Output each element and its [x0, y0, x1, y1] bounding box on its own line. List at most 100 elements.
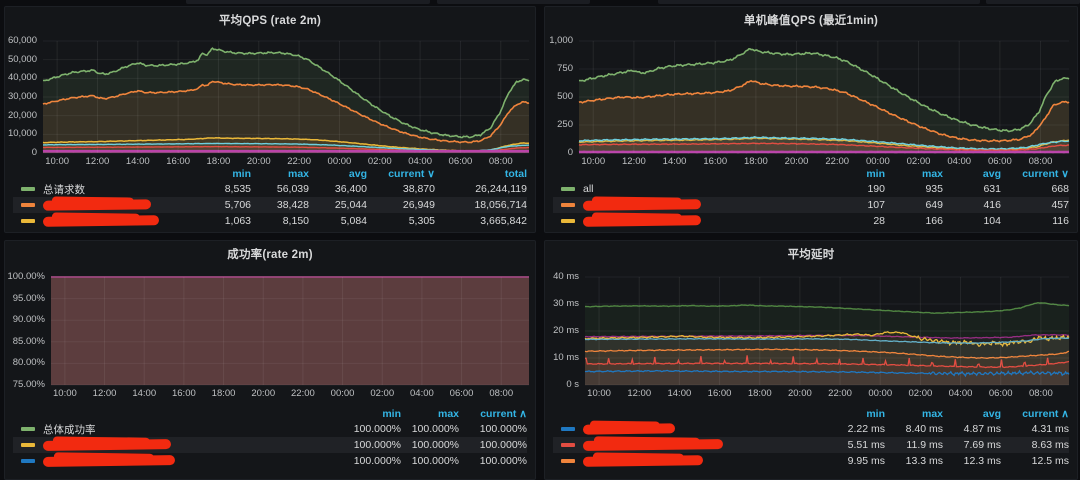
panel-title-peak-qps[interactable]: 单机峰值QPS (最近1min) [545, 12, 1077, 28]
panel-title-avg-latency[interactable]: 平均延时 [545, 246, 1077, 262]
panel-title-success-rate[interactable]: 成功率(rate 2m) [5, 246, 535, 262]
y-axis-tick-label: 30,000 [0, 92, 37, 102]
legend-col-avg[interactable]: avg [309, 168, 367, 180]
x-axis-tick-label: 12:00 [617, 388, 661, 399]
x-axis-tick-label: 10:00 [35, 156, 79, 167]
chart-avg-latency[interactable]: 0 s10 ms20 ms30 ms40 ms10:0012:0014:0016… [585, 277, 1069, 385]
series-color-swatch[interactable] [21, 443, 35, 447]
series-color-swatch[interactable] [561, 427, 575, 431]
legend-value: 3,665,842 [435, 215, 527, 227]
legend-col-max[interactable]: max [401, 408, 459, 420]
legend-value: 4.87 ms [943, 423, 1001, 435]
series-label[interactable] [43, 216, 193, 226]
legend-value: 5.51 ms [827, 439, 885, 451]
legend-value: 100.000% [401, 423, 459, 435]
legend-col-current[interactable]: current ∧ [1001, 408, 1069, 420]
series-label[interactable] [43, 200, 193, 210]
chart-canvas [51, 277, 529, 385]
legend-col-min[interactable]: min [343, 408, 401, 420]
legend-col-min[interactable]: min [827, 408, 885, 420]
legend-peak-qps: minmaxavgcurrent ∨all1909356316681076494… [553, 167, 1069, 229]
legend-col-current[interactable]: current ∨ [1001, 168, 1069, 180]
legend-value: 38,870 [367, 183, 435, 195]
redaction-scribble [583, 439, 723, 451]
x-axis-tick-label: 12:00 [612, 156, 656, 167]
x-axis-tick-label: 04:00 [400, 388, 444, 399]
legend-value: 166 [885, 215, 943, 227]
x-axis-tick-label: 20:00 [241, 388, 285, 399]
series-color-swatch[interactable] [561, 203, 575, 207]
series-label[interactable]: 总请求数 [43, 182, 193, 197]
x-axis-tick-label: 22:00 [277, 156, 321, 167]
legend-col-total[interactable]: total [435, 168, 527, 180]
legend-row: 总体成功率100.000%100.000%100.000% [13, 421, 527, 437]
legend-col-current[interactable]: current ∨ [367, 168, 435, 180]
legend-col-max[interactable]: max [885, 408, 943, 420]
series-label[interactable] [583, 440, 827, 450]
y-axis-tick-label: 1,000 [521, 36, 573, 46]
series-color-swatch[interactable] [21, 427, 35, 431]
chart-success-rate[interactable]: 75.00%80.00%85.00%90.00%95.00%100.00%10:… [51, 277, 529, 385]
x-axis-tick-label: 02:00 [358, 156, 402, 167]
legend-value: 100.000% [401, 439, 459, 451]
legend-col-avg[interactable]: avg [943, 408, 1001, 420]
legend-col-min[interactable]: min [193, 168, 251, 180]
series-color-swatch[interactable] [561, 459, 575, 463]
legend-value: 5,305 [367, 215, 435, 227]
chart-peak-qps[interactable]: 02505007501,00010:0012:0014:0016:0018:00… [579, 41, 1069, 153]
legend-row: all190935631668 [553, 181, 1069, 197]
legend-value: 190 [827, 183, 885, 195]
series-color-swatch[interactable] [21, 459, 35, 463]
series-label[interactable] [583, 200, 827, 210]
legend-col-current[interactable]: current ∧ [459, 408, 527, 420]
legend-col-avg[interactable]: avg [943, 168, 1001, 180]
panel-avg-qps: 平均QPS (rate 2m) 010,00020,00030,00040,00… [4, 6, 536, 233]
series-label[interactable] [583, 424, 827, 434]
legend-col-max[interactable]: max [885, 168, 943, 180]
x-axis-tick-label: 22:00 [815, 156, 859, 167]
x-axis-tick-label: 06:00 [440, 388, 484, 399]
series-label[interactable]: all [583, 183, 827, 195]
panel-title-avg-qps[interactable]: 平均QPS (rate 2m) [5, 12, 535, 28]
series-label[interactable] [43, 456, 343, 466]
legend-row: 100.000%100.000%100.000% [13, 453, 527, 469]
series-color-swatch[interactable] [561, 187, 575, 191]
x-axis-tick-label: 14:00 [657, 388, 701, 399]
x-axis-tick-label: 18:00 [738, 388, 782, 399]
legend-value: 631 [943, 183, 1001, 195]
x-axis-tick-label: 06:00 [979, 388, 1023, 399]
legend-row: 2.22 ms8.40 ms4.87 ms4.31 ms [553, 421, 1069, 437]
series-color-swatch[interactable] [561, 219, 575, 223]
redaction-scribble [583, 455, 703, 467]
series-color-swatch[interactable] [21, 187, 35, 191]
legend-value: 416 [943, 199, 1001, 211]
series-color-swatch[interactable] [21, 219, 35, 223]
x-axis-tick-label: 20:00 [778, 388, 822, 399]
legend-row: 9.95 ms13.3 ms12.3 ms12.5 ms [553, 453, 1069, 469]
y-axis-tick-label: 0 [0, 148, 37, 158]
x-axis-tick-label: 18:00 [202, 388, 246, 399]
y-axis-tick-label: 0 s [527, 380, 579, 390]
series-color-swatch[interactable] [561, 443, 575, 447]
y-axis-tick-label: 50,000 [0, 55, 37, 65]
series-label[interactable] [583, 216, 827, 226]
legend-col-min[interactable]: min [827, 168, 885, 180]
y-axis-tick-label: 250 [521, 120, 573, 130]
x-axis-tick-label: 00:00 [321, 388, 365, 399]
legend-value: 12.3 ms [943, 455, 1001, 467]
x-axis-tick-label: 02:00 [360, 388, 404, 399]
legend-col-max[interactable]: max [251, 168, 309, 180]
chart-avg-qps[interactable]: 010,00020,00030,00040,00050,00060,00010:… [43, 41, 529, 153]
cropped-panel-above [186, 0, 430, 4]
legend-value: 18,056,714 [435, 199, 527, 211]
series-label[interactable] [43, 440, 343, 450]
legend-value: 28 [827, 215, 885, 227]
series-color-swatch[interactable] [21, 203, 35, 207]
x-axis-tick-label: 10:00 [571, 156, 615, 167]
x-axis-tick-label: 06:00 [438, 156, 482, 167]
legend-value: 11.9 ms [885, 439, 943, 451]
series-label[interactable] [583, 456, 827, 466]
x-axis-tick-label: 04:00 [939, 388, 983, 399]
legend-value: 457 [1001, 199, 1069, 211]
series-label[interactable]: 总体成功率 [43, 422, 343, 437]
